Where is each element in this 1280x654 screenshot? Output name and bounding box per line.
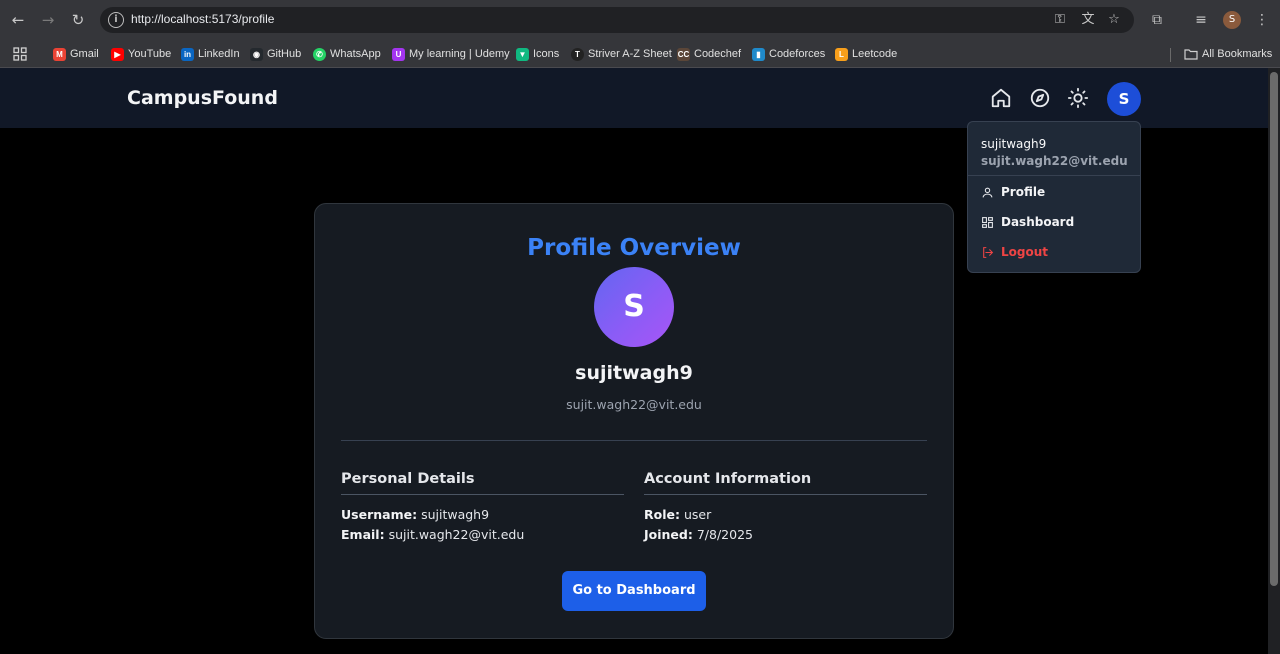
- detail-joined: Joined: 7/8/2025: [644, 527, 753, 542]
- address-bar[interactable]: i http://localhost:5173/profile ⚿ 文 ☆: [100, 7, 1134, 33]
- scrollbar-thumb[interactable]: [1270, 72, 1278, 586]
- browser-profile-avatar[interactable]: S: [1223, 11, 1241, 29]
- personal-details-heading: Personal Details: [341, 471, 475, 487]
- page-viewport: CampusFound S sujitwagh9 sujit.wagh22@vi…: [0, 68, 1268, 654]
- bookmark-label: Striver A-Z Sheet: [588, 48, 672, 60]
- icons-site-icon: ▼: [516, 47, 529, 61]
- bookmark-label: Gmail: [70, 48, 99, 60]
- back-arrow-icon[interactable]: ←: [7, 9, 29, 31]
- go-to-dashboard-button[interactable]: Go to Dashboard: [562, 571, 706, 611]
- detail-value: sujitwagh9: [421, 507, 490, 522]
- bookmark-youtube[interactable]: ▶ YouTube: [111, 45, 171, 63]
- bookmark-leetcode[interactable]: L Leetcode: [835, 45, 897, 63]
- bookmark-udemy[interactable]: U My learning | Udemy: [392, 45, 510, 63]
- all-bookmarks[interactable]: All Bookmarks: [1184, 45, 1272, 63]
- bookmark-linkedin[interactable]: in LinkedIn: [181, 45, 240, 63]
- detail-value: 7/8/2025: [696, 527, 753, 542]
- user-icon: [982, 187, 993, 197]
- detail-role: Role: user: [644, 507, 711, 522]
- section-underline: [644, 494, 927, 495]
- profile-card: Profile Overview S sujitwagh9 sujit.wagh…: [314, 203, 954, 639]
- bookmark-label: Codechef: [694, 48, 742, 60]
- codeforces-icon: ▮: [752, 47, 765, 61]
- bookmark-codeforces[interactable]: ▮ Codeforces: [752, 45, 825, 63]
- bookmark-github[interactable]: ◉ GitHub: [250, 45, 301, 63]
- browser-toolbar: ← → ↻ i http://localhost:5173/profile ⚿ …: [0, 0, 1280, 40]
- bookmark-whatsapp[interactable]: ✆ WhatsApp: [313, 45, 381, 63]
- menu-kebab-icon[interactable]: ⋮: [1252, 10, 1272, 30]
- dashboard-grid-icon: [982, 216, 993, 228]
- media-control-icon[interactable]: ≡: [1191, 10, 1211, 30]
- section-underline: [341, 494, 624, 495]
- menu-item-label: Dashboard: [1001, 215, 1075, 229]
- bookmark-label: GitHub: [267, 48, 302, 60]
- bookmark-label: Leetcode: [852, 48, 898, 60]
- account-information-heading: Account Information: [644, 471, 812, 487]
- profile-email: sujit.wagh22@vit.edu: [566, 397, 702, 412]
- page-title: Profile Overview: [527, 235, 741, 261]
- bookmark-label: WhatsApp: [330, 48, 381, 60]
- detail-label: Role:: [644, 507, 680, 522]
- dropdown-username: sujitwagh9: [981, 137, 1047, 151]
- striver-icon: T: [571, 47, 584, 61]
- bookmark-striver[interactable]: T Striver A-Z Sheet: [571, 45, 672, 63]
- translate-icon[interactable]: 文: [1080, 12, 1096, 28]
- detail-value: sujit.wagh22@vit.edu: [388, 527, 525, 542]
- whatsapp-icon: ✆: [313, 47, 326, 61]
- menu-item-label: Profile: [1001, 185, 1046, 199]
- divider: [341, 440, 927, 441]
- detail-label: Username:: [341, 507, 418, 522]
- profile-username: sujitwagh9: [575, 362, 693, 384]
- bookmark-label: LinkedIn: [198, 48, 240, 60]
- bookmark-gmail[interactable]: M Gmail: [53, 45, 99, 63]
- menu-item-dashboard[interactable]: Dashboard: [981, 213, 1074, 231]
- home-icon[interactable]: [990, 87, 1012, 109]
- bookmark-label: My learning | Udemy: [409, 48, 510, 60]
- gmail-icon: M: [53, 47, 66, 61]
- bookmark-icons[interactable]: ▼ Icons: [516, 45, 559, 63]
- menu-item-label: Logout: [1001, 245, 1049, 259]
- user-dropdown-menu: sujitwagh9 sujit.wagh22@vit.edu Profile …: [967, 121, 1141, 273]
- bookmarks-bar: M Gmail ▶ YouTube in LinkedIn ◉ GitHub ✆ What…: [0, 40, 1280, 68]
- compass-explore-icon[interactable]: [1029, 87, 1051, 109]
- leetcode-icon: L: [835, 47, 848, 61]
- detail-label: Joined:: [644, 527, 693, 542]
- bookmark-label: Codeforces: [769, 48, 826, 60]
- folder-icon: [1184, 49, 1198, 60]
- page-scrollbar[interactable]: [1268, 68, 1280, 654]
- detail-email: Email: sujit.wagh22@vit.edu: [341, 527, 524, 542]
- logout-icon: [983, 246, 994, 258]
- site-info-icon[interactable]: i: [108, 12, 124, 28]
- user-menu-button[interactable]: S: [1107, 82, 1141, 116]
- avatar: S: [594, 267, 674, 347]
- bookmarks-divider: [1170, 48, 1171, 62]
- bookmark-label: Icons: [533, 48, 560, 60]
- dropdown-header: sujitwagh9 sujit.wagh22@vit.edu: [968, 122, 1140, 176]
- extensions-icon[interactable]: ⧉: [1147, 10, 1167, 30]
- bookmark-codechef[interactable]: CC Codechef: [677, 45, 741, 63]
- url-text[interactable]: http://localhost:5173/profile: [131, 12, 274, 26]
- apps-grid-icon[interactable]: [13, 45, 27, 63]
- dropdown-email: sujit.wagh22@vit.edu: [981, 154, 1128, 168]
- app-navbar: CampusFound S: [0, 68, 1268, 128]
- youtube-icon: ▶: [111, 47, 124, 61]
- detail-value: user: [683, 507, 712, 522]
- detail-username: Username: sujitwagh9: [341, 507, 489, 522]
- password-key-icon[interactable]: ⚿: [1052, 12, 1068, 28]
- brand-logo[interactable]: CampusFound: [127, 87, 278, 109]
- forward-arrow-icon[interactable]: →: [37, 9, 59, 31]
- bookmark-star-icon[interactable]: ☆: [1106, 12, 1122, 28]
- all-bookmarks-label: All Bookmarks: [1202, 48, 1273, 60]
- codechef-icon: CC: [677, 47, 690, 61]
- linkedin-icon: in: [181, 47, 194, 61]
- detail-label: Email:: [341, 527, 385, 542]
- menu-item-logout[interactable]: Logout: [981, 243, 1048, 261]
- sun-theme-toggle-icon[interactable]: [1067, 87, 1089, 109]
- bookmark-label: YouTube: [128, 48, 172, 60]
- reload-icon[interactable]: ↻: [67, 9, 89, 31]
- menu-item-profile[interactable]: Profile: [981, 183, 1045, 201]
- github-icon: ◉: [250, 47, 263, 61]
- udemy-icon: U: [392, 47, 405, 61]
